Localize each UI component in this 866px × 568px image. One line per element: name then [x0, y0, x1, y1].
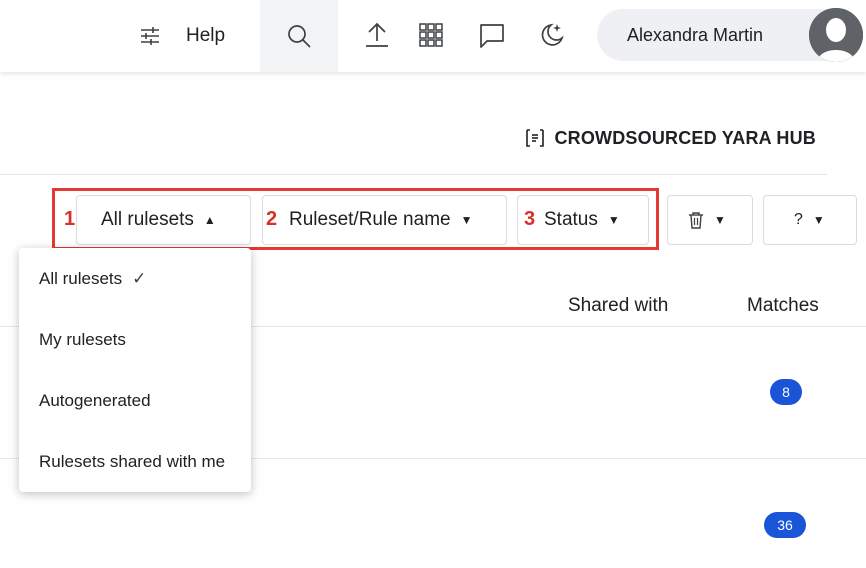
dropdown-item-my-rulesets[interactable]: My rulesets	[19, 309, 251, 370]
hub-title-text: CROWDSOURCED YARA HUB	[554, 127, 816, 148]
upload-icon[interactable]	[362, 20, 392, 50]
column-header-matches[interactable]: Matches	[747, 295, 819, 317]
caret-down-icon: ▼	[812, 213, 825, 227]
dropdown-item-shared-with-me[interactable]: Rulesets shared with me	[19, 431, 251, 492]
column-header-shared-with[interactable]: Shared with	[568, 295, 668, 317]
dropdown-item-label: Rulesets shared with me	[39, 451, 226, 471]
search-button[interactable]	[260, 0, 338, 72]
delete-menu-button[interactable]: ▼	[667, 195, 753, 245]
matches-badge[interactable]: 36	[764, 512, 806, 538]
avatar[interactable]	[809, 8, 863, 62]
user-name: Alexandra Martin	[627, 24, 764, 45]
caret-down-icon: ▼	[714, 213, 726, 227]
search-icon	[285, 22, 313, 50]
yara-hub-icon	[524, 127, 546, 149]
dark-mode-icon[interactable]	[537, 20, 567, 50]
divider	[0, 174, 827, 175]
chat-icon[interactable]	[477, 21, 507, 51]
apps-grid-icon[interactable]	[417, 21, 445, 49]
help-link[interactable]: Help	[186, 22, 225, 50]
trash-icon	[688, 211, 704, 229]
top-bar: Help Alexandra Martin	[0, 0, 866, 72]
dropdown-item-all-rulesets[interactable]: All rulesets ✓	[19, 248, 251, 309]
dropdown-item-label: Autogenerated	[39, 390, 151, 410]
filter-sliders-icon[interactable]	[136, 22, 164, 50]
rulesets-dropdown-menu: All rulesets ✓ My rulesets Autogenerated…	[19, 248, 251, 492]
dropdown-item-label: All rulesets	[39, 268, 123, 288]
checkmark-icon: ✓	[132, 268, 147, 288]
page-title: CROWDSOURCED YARA HUB	[524, 127, 816, 149]
filters-highlight-box	[52, 188, 659, 250]
help-menu-button[interactable]: ? ▼	[763, 195, 857, 245]
help-menu-label: ?	[794, 211, 803, 228]
dropdown-item-autogenerated[interactable]: Autogenerated	[19, 370, 251, 431]
dropdown-item-label: My rulesets	[39, 329, 126, 349]
matches-badge[interactable]: 8	[770, 379, 802, 405]
